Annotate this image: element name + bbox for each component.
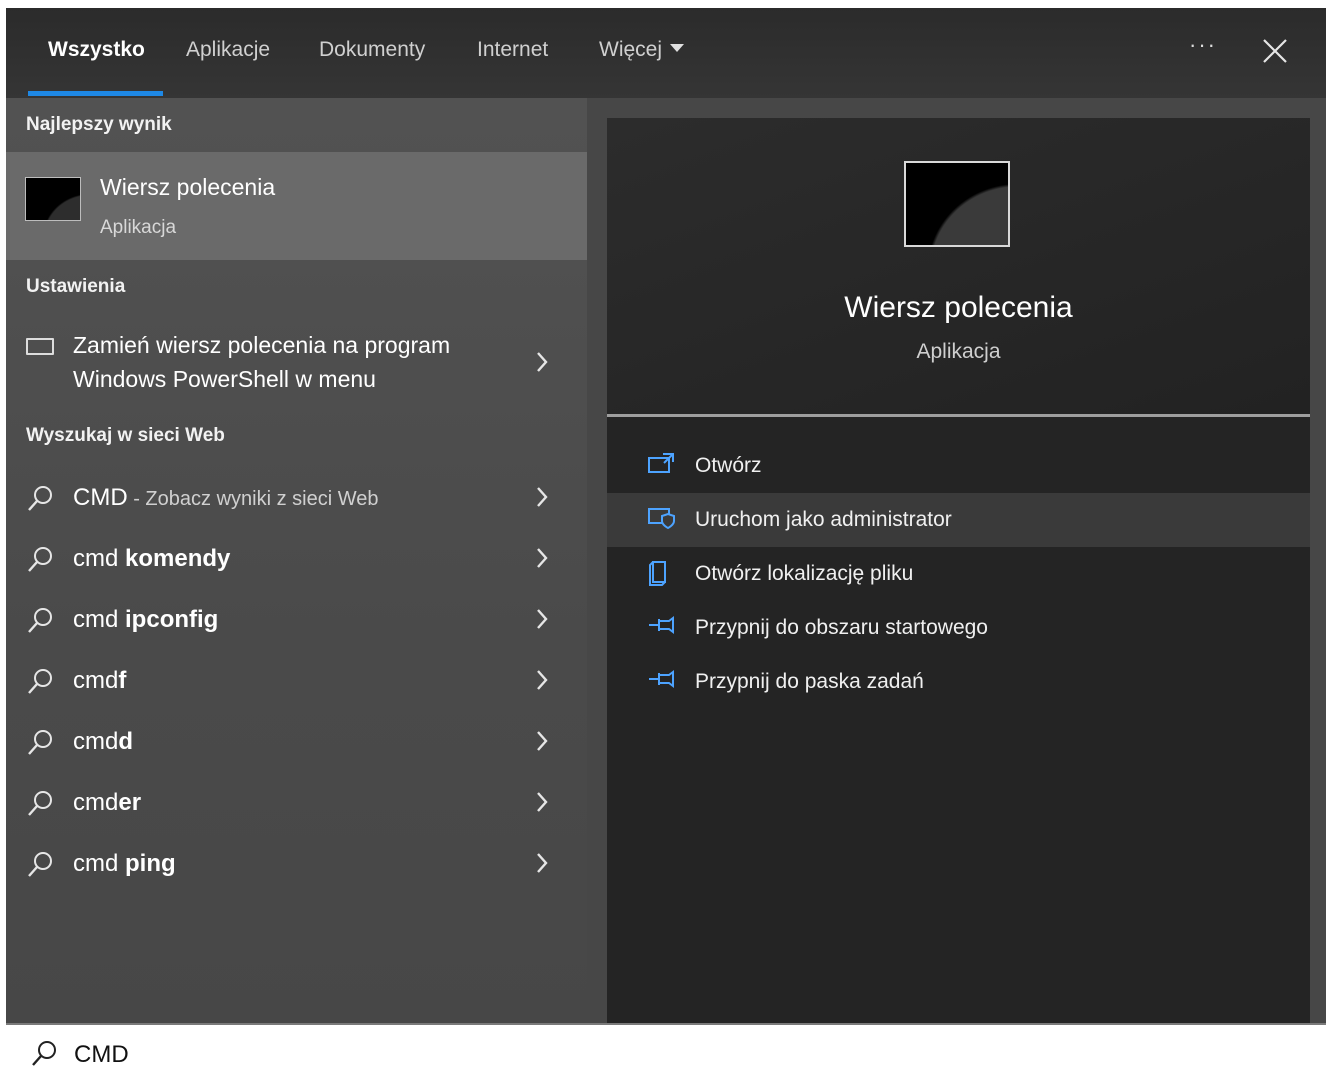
settings-item-line1: Zamień wiersz polecenia na program [73,332,451,358]
search-icon [26,850,56,885]
web-result-item[interactable]: cmder [6,775,587,835]
web-result-item[interactable]: cmd ipconfig [6,592,587,652]
chevron-right-icon [533,728,551,754]
settings-item-label: Zamień wiersz polecenia na program Windo… [73,328,513,396]
preview-header: Wiersz polecenia Aplikacja [607,118,1310,415]
chevron-right-icon [533,349,551,375]
search-window: Wszystko Aplikacje Dokumenty Internet Wi… [6,8,1326,1081]
search-icon [26,545,56,580]
web-result-item[interactable]: cmd ping [6,836,587,896]
search-icon [26,789,56,824]
file-location-icon [647,560,675,591]
tab-bar: Wszystko Aplikacje Dokumenty Internet Wi… [6,8,1326,98]
web-result-suffix: - Zobacz wyniki z sieci Web [127,488,379,510]
cmd-app-icon [25,177,81,221]
chevron-right-icon [533,667,551,693]
cmd-app-icon [904,161,1010,247]
close-icon[interactable] [1262,38,1288,69]
search-icon [26,667,56,702]
best-match-subtitle: Aplikacja [100,217,177,238]
search-icon [26,728,56,763]
preview-title: Wiersz polecenia [844,291,1073,324]
search-icon [26,606,56,641]
chevron-right-icon [533,606,551,632]
web-result-bold: f [118,667,127,694]
active-tab-indicator [28,91,163,96]
web-result-bold: ping [125,850,176,877]
search-icon [26,484,56,519]
web-search-heading: Wyszukaj w sieci Web [26,425,225,446]
web-result-text: cmd [73,606,126,633]
chevron-right-icon [533,484,551,510]
action-open-file-location[interactable]: Otwórz lokalizację pliku [607,547,1310,601]
best-match-title: Wiersz polecenia [100,174,276,200]
monitor-icon [26,338,54,355]
web-result-text: cmd [73,545,126,572]
action-label: Otwórz lokalizację pliku [695,562,914,585]
chevron-right-icon [533,850,551,876]
tab-apps[interactable]: Aplikacje [186,38,270,62]
web-result-text: cmd [73,667,119,694]
action-pin-taskbar[interactable]: Przypnij do paska zadań [607,655,1310,709]
web-result-bold: ipconfig [125,606,219,633]
web-result-item[interactable]: cmdf [6,653,587,713]
more-options-icon[interactable]: ··· [1189,32,1217,58]
settings-item-line2: Windows PowerShell w menu [73,366,376,392]
action-label: Przypnij do paska zadań [695,670,924,693]
action-label: Uruchom jako administrator [695,508,952,531]
action-open[interactable]: Otwórz [607,439,1310,493]
results-pane: Najlepszy wynik Wiersz polecenia Aplikac… [6,98,587,1023]
search-box[interactable]: CMD [6,1023,1326,1081]
chevron-right-icon [533,789,551,815]
preview-subtitle: Aplikacja [916,340,1001,363]
best-match-heading: Najlepszy wynik [26,114,172,135]
settings-heading: Ustawienia [26,276,126,297]
web-result-item[interactable]: cmd komendy [6,531,587,591]
web-result-text: cmd [73,850,126,877]
web-result-item[interactable]: CMD - Zobacz wyniki z sieci Web [6,470,587,530]
web-result-bold: komendy [125,545,231,572]
web-result-text: cmd [73,728,119,755]
caret-down-icon [670,44,685,53]
divider [607,414,1310,417]
best-match-item[interactable]: Wiersz polecenia Aplikacja [6,152,587,260]
pin-icon [647,614,677,641]
search-input[interactable]: CMD [74,1041,129,1069]
tab-more-label: Więcej [599,38,663,61]
search-icon [30,1039,60,1074]
admin-shield-icon [647,506,677,535]
web-result-text: CMD [73,484,128,511]
action-pin-start[interactable]: Przypnij do obszaru startowego [607,601,1310,655]
web-result-bold: er [118,789,142,816]
web-result-bold: d [118,728,134,755]
open-icon [647,452,675,481]
tab-internet[interactable]: Internet [477,38,548,62]
web-result-text: cmd [73,789,119,816]
tab-more[interactable]: Więcej [599,38,685,62]
chevron-right-icon [533,545,551,571]
web-result-item[interactable]: cmdd [6,714,587,774]
action-label: Otwórz [695,454,762,477]
tab-documents[interactable]: Dokumenty [319,38,425,62]
action-label: Przypnij do obszaru startowego [695,616,988,639]
pin-icon [647,668,677,695]
action-run-as-admin[interactable]: Uruchom jako administrator [607,493,1310,547]
tab-all[interactable]: Wszystko [48,38,145,62]
preview-pane: Wiersz polecenia Aplikacja Otwórz Urucho… [607,118,1310,1023]
